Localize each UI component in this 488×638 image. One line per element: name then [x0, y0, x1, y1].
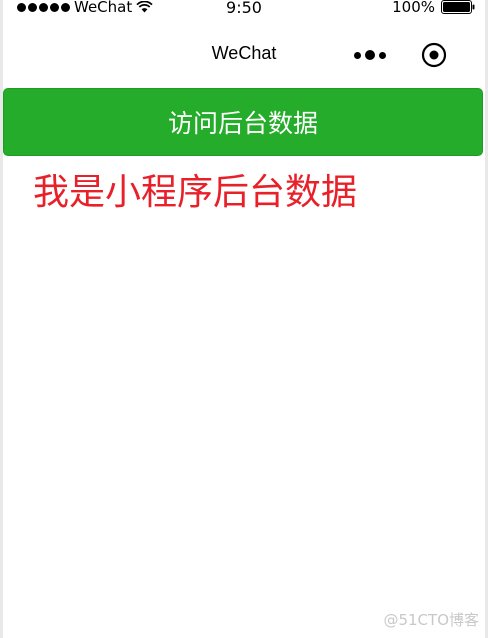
status-right: 100%	[392, 0, 475, 16]
phone-screen: WeChat 9:50 100% WeChat 访问后台数据 我是小程序后台数据…	[3, 0, 485, 638]
navigation-bar: WeChat	[3, 18, 485, 84]
more-icon[interactable]	[352, 48, 388, 62]
nav-title: WeChat	[211, 43, 277, 63]
battery-icon	[441, 0, 475, 14]
battery-percent: 100%	[392, 0, 435, 16]
result-text: 我是小程序后台数据	[33, 172, 358, 213]
access-backend-data-button[interactable]: 访问后台数据	[3, 88, 483, 156]
status-bar: WeChat 9:50 100%	[3, 0, 485, 18]
watermark: @51CTO博客	[383, 611, 479, 629]
close-circle-icon[interactable]	[421, 42, 447, 68]
